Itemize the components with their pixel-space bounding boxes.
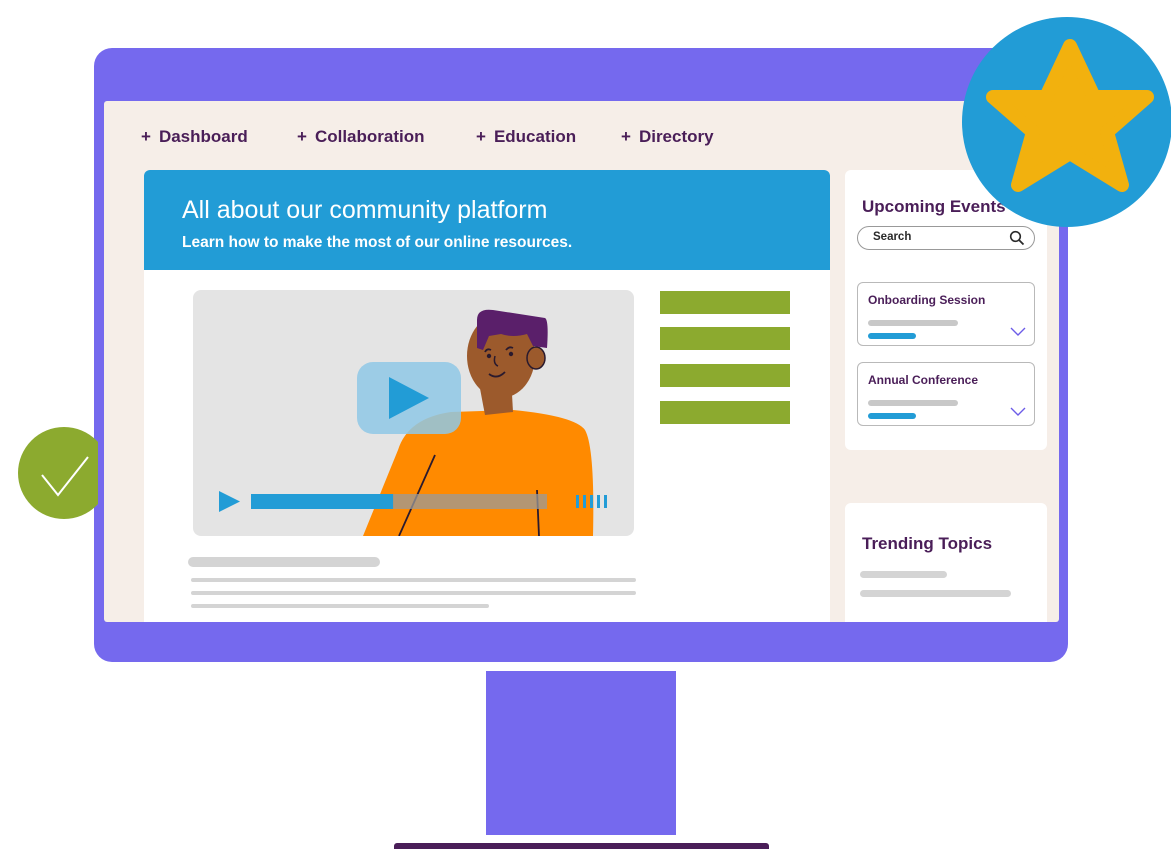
nav-plus: + xyxy=(476,127,486,146)
nav-label: Dashboard xyxy=(158,127,248,146)
text-placeholder xyxy=(191,591,636,595)
event-title: Onboarding Session xyxy=(868,293,986,307)
text-placeholder xyxy=(188,557,380,567)
main-content-card: All about our community platform Learn h… xyxy=(144,170,830,622)
page-title: All about our community platform xyxy=(182,196,548,224)
text-placeholder xyxy=(868,320,958,326)
star-icon xyxy=(962,17,1171,227)
page-subtitle: Learn how to make the most of our online… xyxy=(182,234,573,251)
hero-banner: All about our community platform Learn h… xyxy=(144,170,830,270)
content-block xyxy=(660,401,790,424)
monitor-stand xyxy=(486,671,676,835)
content-block xyxy=(660,291,790,314)
checkmark-icon xyxy=(18,427,98,519)
nav-item-directory[interactable]: + Directory xyxy=(621,127,714,147)
nav-label: Directory xyxy=(638,127,714,146)
event-title: Annual Conference xyxy=(868,373,979,387)
play-icon[interactable] xyxy=(219,491,240,512)
content-block xyxy=(660,364,790,387)
video-progress-bar[interactable] xyxy=(251,494,547,509)
text-placeholder xyxy=(191,604,489,608)
screen: + Dashboard + Collaboration + Education + Di… xyxy=(104,101,1059,622)
nav-item-collaboration[interactable]: + Collaboration xyxy=(297,127,425,147)
search-placeholder: Search xyxy=(873,231,912,243)
nav-label: Education xyxy=(493,127,577,146)
text-placeholder xyxy=(191,578,636,582)
volume-icon[interactable] xyxy=(576,495,607,508)
event-card-conference[interactable]: Annual Conference xyxy=(857,362,1035,426)
nav-label: Collaboration xyxy=(314,127,425,146)
nav-plus: + xyxy=(141,127,151,146)
nav-plus: + xyxy=(621,127,631,146)
content-block xyxy=(660,327,790,350)
chevron-down-icon[interactable] xyxy=(1010,407,1026,417)
chevron-down-icon[interactable] xyxy=(1010,327,1026,337)
nav-plus: + xyxy=(297,127,307,146)
monitor-base xyxy=(394,843,769,849)
text-placeholder xyxy=(868,413,916,419)
nav-item-education[interactable]: + Education xyxy=(476,127,576,147)
text-placeholder xyxy=(868,333,916,339)
text-placeholder xyxy=(860,571,947,578)
video-player[interactable] xyxy=(193,290,634,536)
trending-topics-panel: Trending Topics xyxy=(845,503,1047,622)
event-card-onboarding[interactable]: Onboarding Session xyxy=(857,282,1035,346)
trending-topics-title: Trending Topics xyxy=(862,534,993,553)
text-placeholder xyxy=(868,400,958,406)
video-play-button[interactable] xyxy=(357,362,461,434)
text-placeholder xyxy=(860,590,1011,597)
nav-item-dashboard[interactable]: + Dashboard xyxy=(141,127,248,147)
